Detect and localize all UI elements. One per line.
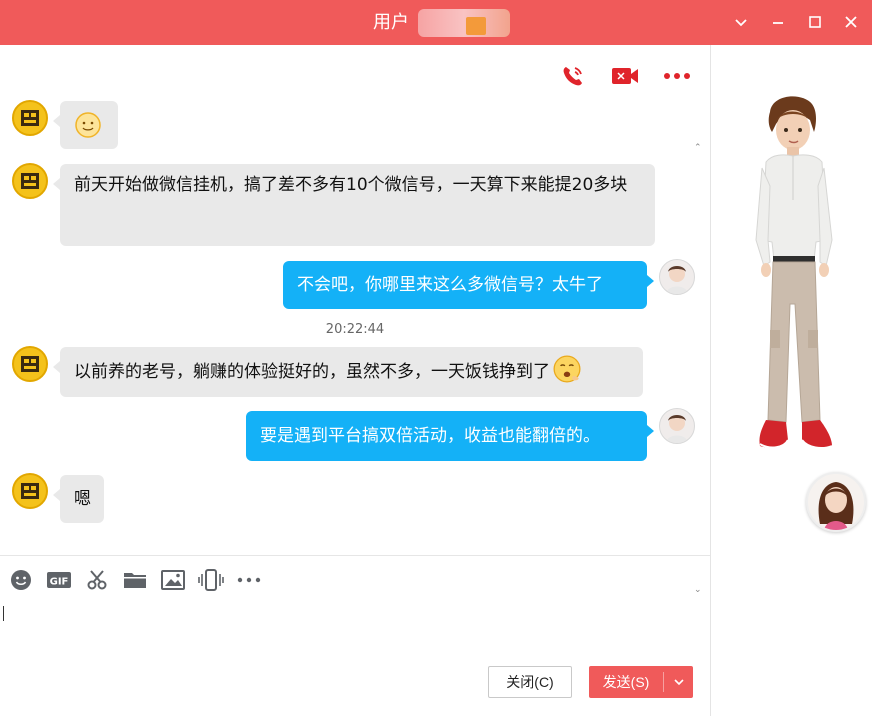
phone-icon[interactable]: [558, 63, 588, 89]
message-bubble-in[interactable]: 前天开始做微信挂机，搞了差不多有10个微信号，一天算下来能提20多块: [53, 164, 655, 246]
self-show-avatar[interactable]: [806, 472, 866, 532]
scroll-up-icon[interactable]: ⌃: [694, 143, 702, 153]
self-avatar[interactable]: [659, 408, 695, 444]
scroll-down-icon[interactable]: ⌄: [694, 585, 702, 595]
send-button[interactable]: 发送(S): [589, 666, 693, 698]
close-button[interactable]: 关闭(C): [488, 666, 572, 698]
message-input[interactable]: [0, 600, 710, 656]
message-text: 要是遇到平台搞双倍活动，收益也能翻倍的。: [260, 426, 600, 446]
contact-show-figure: [755, 96, 833, 449]
input-divider: [0, 555, 710, 556]
message-timestamp: 20:22:44: [325, 322, 385, 337]
video-camera-icon[interactable]: [610, 63, 640, 89]
scissors-icon[interactable]: [84, 567, 110, 593]
message-text: 前天开始做微信挂机，搞了差不多有10个微信号，一天算下来能提20多块: [74, 175, 628, 195]
message-text: 以前养的老号，躺赚的体验挺好的，虽然不多，一天饭钱挣到了: [74, 362, 550, 382]
gif-icon[interactable]: GIF: [46, 567, 72, 593]
title-bar: 用户: [0, 0, 872, 45]
send-separator: [663, 672, 664, 692]
contact-avatar[interactable]: [12, 100, 48, 136]
image-icon[interactable]: [160, 567, 186, 593]
folder-icon[interactable]: [122, 567, 148, 593]
shake-window-icon[interactable]: [198, 567, 224, 593]
more-dots-icon[interactable]: [662, 63, 692, 89]
emoji-icon[interactable]: [8, 567, 34, 593]
chat-actions: [558, 63, 692, 89]
chevron-down-icon[interactable]: [728, 9, 754, 35]
blurred-username: [418, 9, 510, 37]
more-tools-icon[interactable]: [236, 567, 262, 593]
contact-avatar[interactable]: [12, 163, 48, 199]
message-bubble-in[interactable]: 嗯: [53, 475, 104, 523]
minimize-button[interactable]: [765, 9, 791, 35]
smile-emoji-icon: [75, 112, 101, 138]
message-bubble-out[interactable]: 要是遇到平台搞双倍活动，收益也能翻倍的。: [246, 411, 654, 461]
contact-avatar[interactable]: [12, 346, 48, 382]
input-toolbar: GIF: [8, 567, 262, 593]
contact-avatar[interactable]: [12, 473, 48, 509]
send-label: 发送(S): [602, 674, 650, 690]
text-caret: [3, 606, 4, 621]
maximize-button[interactable]: [802, 9, 828, 35]
message-bubble-out[interactable]: 不会吧，你哪里来这么多微信号？太牛了: [283, 261, 654, 309]
message-text: 不会吧，你哪里来这么多微信号？太牛了: [297, 275, 603, 295]
self-avatar[interactable]: [659, 259, 695, 295]
message-text: 嗯: [74, 489, 91, 509]
blushing-emoji-icon: [553, 355, 581, 383]
message-bubble-in[interactable]: 以前养的老号，躺赚的体验挺好的，虽然不多，一天饭钱挣到了: [53, 347, 643, 397]
message-bubble-in[interactable]: [53, 101, 118, 149]
close-icon[interactable]: [838, 9, 864, 35]
send-options-chevron-icon[interactable]: [665, 666, 693, 698]
gif-label: GIF: [50, 577, 69, 588]
